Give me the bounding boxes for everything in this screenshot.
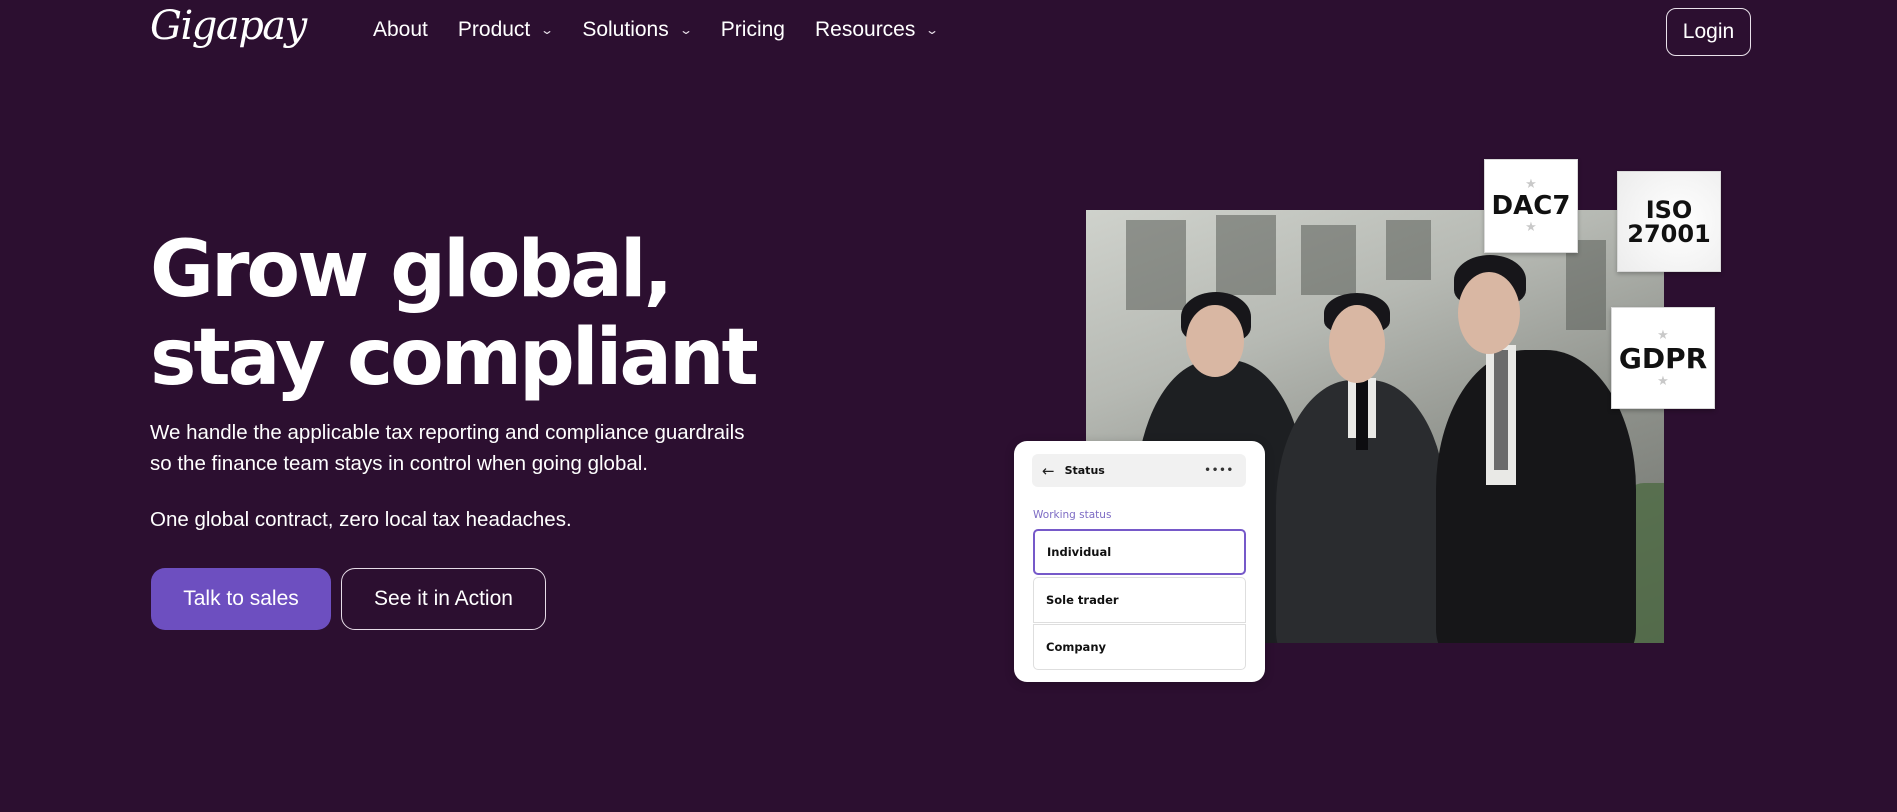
nav-about[interactable]: About: [373, 18, 428, 42]
iso-label-line2: 27001: [1627, 219, 1711, 248]
nav-product-label: Product: [457, 18, 531, 41]
nav-pricing[interactable]: Pricing: [721, 18, 785, 42]
headline-line-1: Grow global,: [150, 225, 673, 315]
gdpr-label: GDPR: [1618, 341, 1708, 375]
option-company[interactable]: Company: [1033, 624, 1246, 670]
nav-solutions[interactable]: Solutions ⌄: [582, 18, 693, 42]
hero-headline: Grow global, stay compliant: [150, 225, 759, 403]
more-dots-icon[interactable]: ••••: [1204, 465, 1234, 476]
nav-resources[interactable]: Resources ⌄: [814, 18, 940, 42]
hero-subtext: We handle the applicable tax reporting a…: [150, 417, 745, 479]
star-icon: ★: [1657, 373, 1669, 389]
nav-pricing-label: Pricing: [720, 18, 785, 41]
nav-product[interactable]: Product ⌄: [457, 18, 555, 42]
status-card-title: Status: [1064, 464, 1105, 477]
subtext-line-2: so the finance team stays in control whe…: [150, 452, 648, 475]
dac7-label: DAC7: [1491, 191, 1571, 221]
nav-resources-label: Resources: [814, 18, 916, 41]
gigapay-logo[interactable]: Gigapay: [150, 6, 307, 46]
dac7-badge: ★ DAC7 ★: [1484, 159, 1578, 253]
chevron-down-icon: ⌄: [540, 23, 555, 37]
chevron-down-icon: ⌄: [678, 23, 693, 37]
iso-27001-badge: ISO 27001: [1617, 171, 1721, 272]
headline-line-2: stay compliant: [150, 313, 759, 403]
status-card-header: ← Status ••••: [1032, 454, 1246, 487]
nav-about-label: About: [373, 18, 428, 41]
star-icon: ★: [1525, 177, 1537, 192]
status-card: ← Status •••• Working status Individual …: [1014, 441, 1265, 682]
gdpr-badge: ★ GDPR ★: [1611, 307, 1715, 409]
nav-solutions-label: Solutions: [582, 18, 669, 41]
talk-to-sales-button[interactable]: Talk to sales: [151, 568, 331, 630]
see-it-in-action-button[interactable]: See it in Action: [341, 568, 546, 630]
star-icon: ★: [1525, 220, 1537, 235]
working-status-label: Working status: [1033, 509, 1112, 521]
back-arrow-icon[interactable]: ←: [1042, 462, 1055, 480]
hero-tagline: One global contract, zero local tax head…: [150, 508, 572, 531]
chevron-down-icon: ⌄: [925, 23, 940, 37]
option-sole-trader[interactable]: Sole trader: [1033, 577, 1246, 623]
iso-label-line1: ISO: [1645, 195, 1693, 224]
main-nav: About Product ⌄ Solutions ⌄ Pricing Reso…: [373, 18, 967, 42]
subtext-line-1: We handle the applicable tax reporting a…: [150, 421, 745, 444]
option-individual[interactable]: Individual: [1033, 529, 1246, 575]
login-button[interactable]: Login: [1666, 8, 1751, 56]
star-icon: ★: [1657, 327, 1669, 343]
